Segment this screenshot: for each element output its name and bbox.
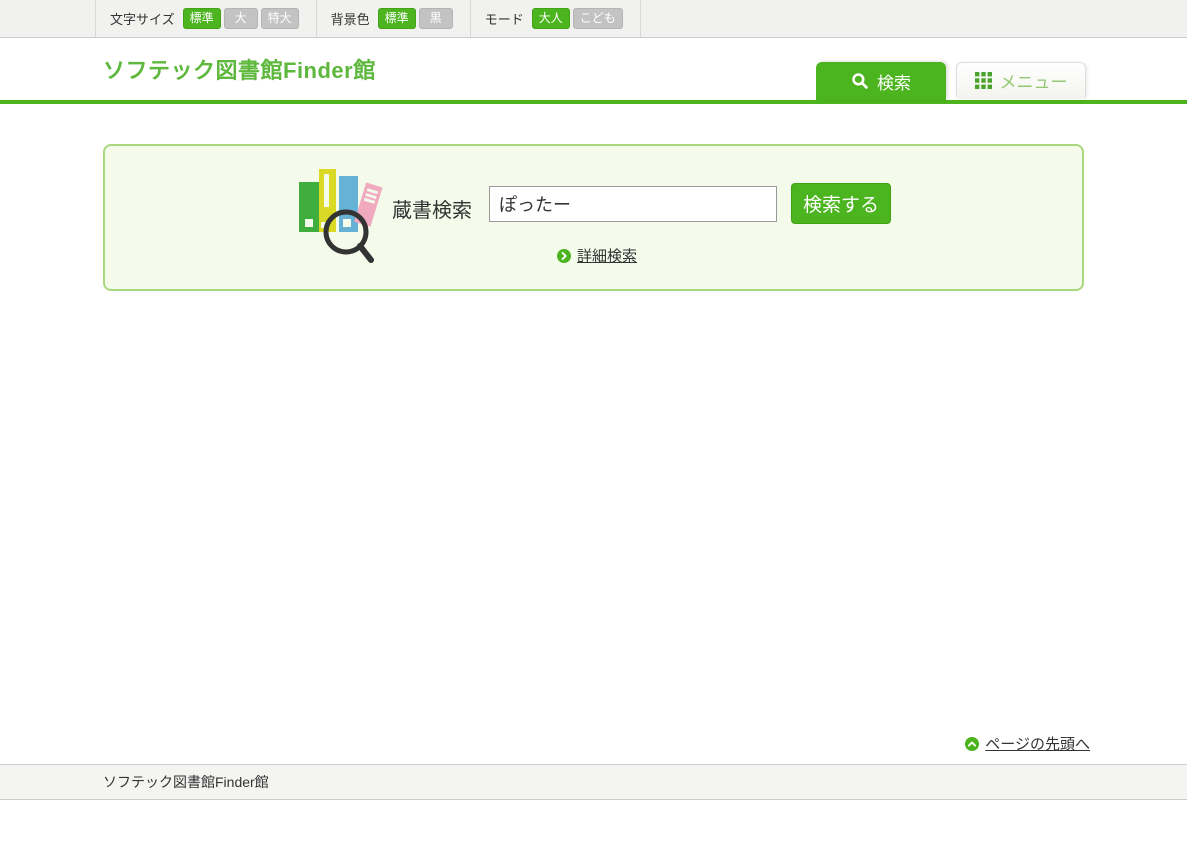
books-magnifier-icon [291, 164, 391, 272]
tab-menu[interactable]: メニュー [956, 62, 1086, 97]
bg-black-button[interactable]: 黒 [419, 8, 453, 29]
menu-grid-icon [975, 72, 992, 89]
search-button[interactable]: 検索する [791, 183, 891, 224]
mode-kids-button[interactable]: こども [573, 8, 623, 29]
page-top-row: ページの先頭へ [965, 733, 1090, 754]
mode-label: モード [485, 9, 524, 28]
header-tabs: 検索 メニュー [816, 62, 1086, 100]
main-content: 蔵書検索 検索する 詳細検索 ページの先頭へ [0, 104, 1187, 764]
font-size-standard-button[interactable]: 標準 [183, 8, 221, 29]
font-size-label: 文字サイズ [110, 9, 175, 28]
background-color-group: 背景色 標準 黒 [316, 0, 470, 37]
catalog-search-label: 蔵書検索 [392, 194, 472, 223]
advanced-search-row: 詳細検索 [557, 245, 637, 266]
arrow-up-circle-icon [965, 737, 979, 751]
page-top-link[interactable]: ページの先頭へ [985, 733, 1090, 754]
bg-standard-button[interactable]: 標準 [378, 8, 416, 29]
arrow-right-circle-icon [557, 249, 571, 263]
tab-search-label: 検索 [877, 69, 911, 94]
search-icon [851, 72, 869, 90]
site-header: ソフテック図書館Finder館 検索 メニ [0, 38, 1187, 100]
footer-site-name: ソフテック図書館Finder館 [103, 772, 269, 792]
font-size-xlarge-button[interactable]: 特大 [261, 8, 299, 29]
font-size-large-button[interactable]: 大 [224, 8, 258, 29]
advanced-search-link[interactable]: 詳細検索 [577, 245, 637, 266]
site-title[interactable]: ソフテック図書館Finder館 [103, 53, 376, 85]
search-input[interactable] [489, 186, 777, 222]
background-color-label: 背景色 [331, 9, 370, 28]
catalog-search-panel: 蔵書検索 検索する 詳細検索 [103, 144, 1084, 291]
site-footer: ソフテック図書館Finder館 [0, 764, 1187, 800]
mode-group: モード 大人 こども [470, 0, 641, 37]
accessibility-options-bar: 文字サイズ 標準 大 特大 背景色 標準 黒 モード 大人 こども [0, 0, 1187, 38]
font-size-group: 文字サイズ 標準 大 特大 [95, 0, 316, 37]
mode-adult-button[interactable]: 大人 [532, 8, 570, 29]
tab-menu-label: メニュー [1000, 68, 1068, 93]
tab-search[interactable]: 検索 [816, 62, 946, 100]
